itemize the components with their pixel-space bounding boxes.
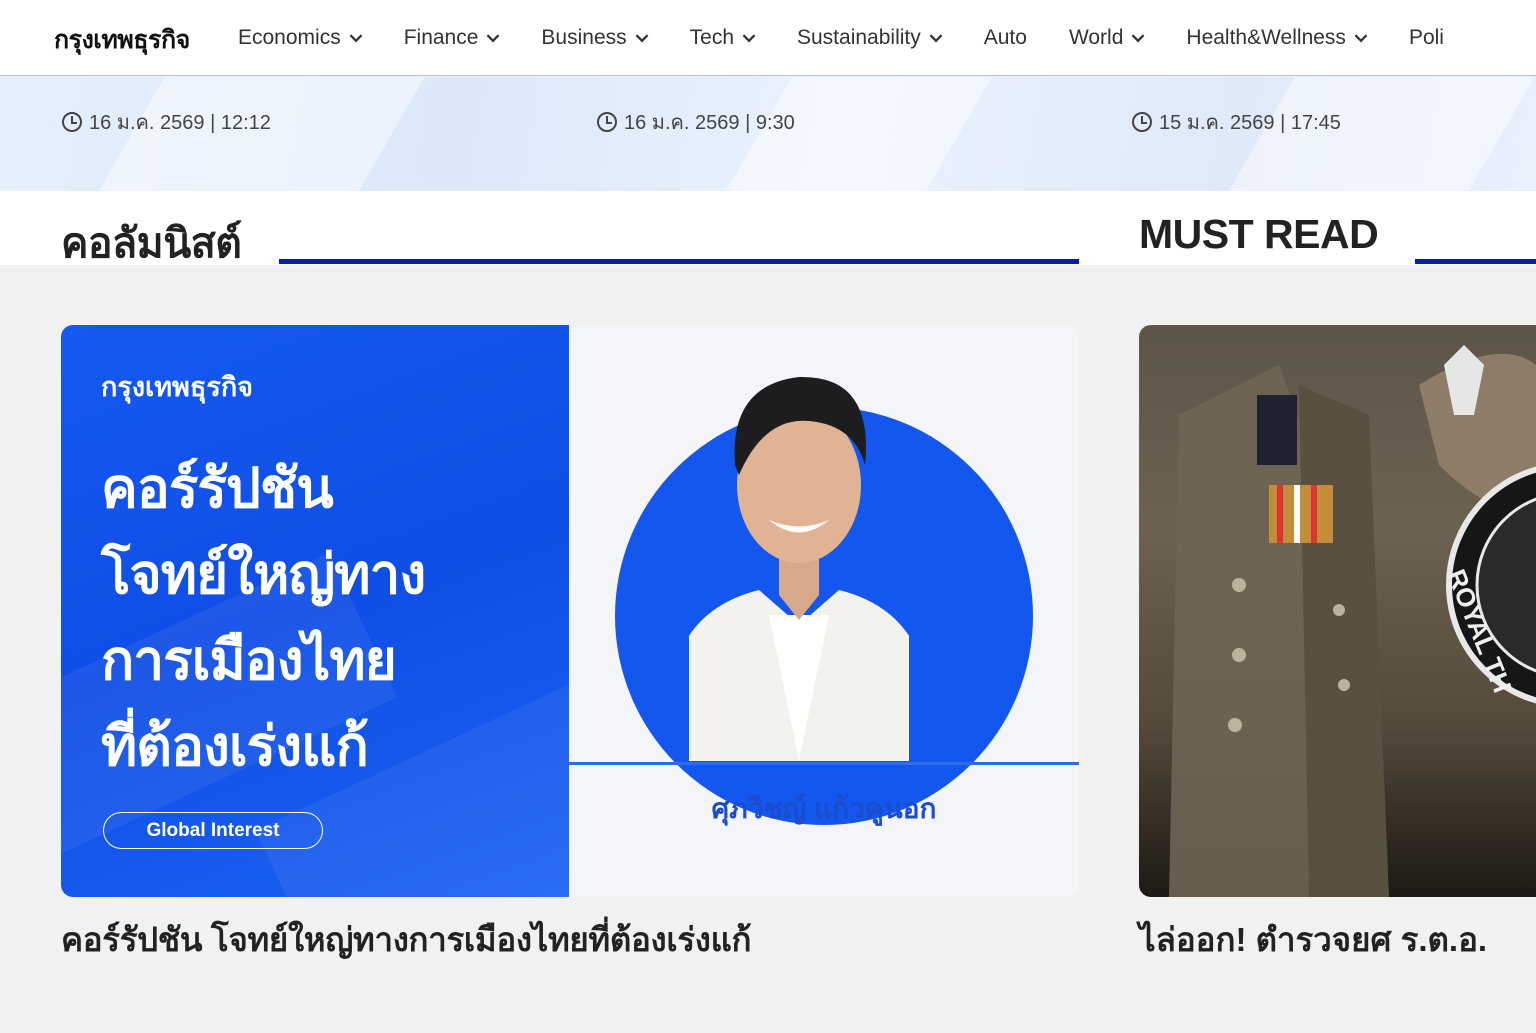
nav-item-health-wellness[interactable]: Health&Wellness [1186, 26, 1368, 50]
card-cover-panel: กรุงเทพธุรกิจ คอร์รัปชัน โจทย์ใหญ่ทาง กา… [61, 325, 569, 897]
nav-item-tech[interactable]: Tech [689, 26, 756, 50]
section-divider [1415, 259, 1536, 264]
nav-item-economics[interactable]: Economics [238, 26, 363, 50]
nav-item-label: Poli [1408, 26, 1444, 49]
clock-icon [62, 112, 82, 132]
article-date: 15 ม.ค. 2569 | 17:45 [1132, 106, 1341, 138]
nav-menu: Economics Finance Business Tech Sustaina… [238, 0, 1444, 76]
date-text: 16 ม.ค. 2569 | 9:30 [624, 112, 795, 134]
photo-divider [569, 762, 1079, 765]
nav-item-label: World [1068, 26, 1124, 49]
nav-item-auto[interactable]: Auto [984, 26, 1027, 50]
nav-item-finance[interactable]: Finance [404, 26, 500, 50]
card-headline-line: การเมืองไทย [101, 629, 397, 691]
nav-item-label: Finance [403, 26, 479, 49]
nav-item-label: Business [541, 26, 627, 49]
section-divider [279, 259, 1079, 264]
previous-articles-strip: 16 ม.ค. 2569 | 12:12 16 ม.ค. 2569 | 9:30… [0, 77, 1536, 191]
nav-item-label: Tech [689, 26, 734, 49]
nav-item-world[interactable]: World [1068, 26, 1145, 50]
must-read-article-headline[interactable]: ไล่ออก! ตำรวจยศ ร.ต.อ. [1139, 913, 1487, 966]
chevron-down-icon [1132, 29, 1145, 43]
top-navigation-bar: กรุงเทพธุรกิจ Economics Finance Business… [0, 0, 1536, 76]
chevron-down-icon [929, 29, 943, 43]
card-headline-line: ที่ต้องเร่งแก้ [101, 715, 369, 777]
date-text: 16 ม.ค. 2569 | 12:12 [89, 112, 271, 134]
article-date: 16 ม.ค. 2569 | 12:12 [62, 106, 271, 138]
columnist-article-image[interactable]: กรุงเทพธุรกิจ คอร์รัปชัน โจทย์ใหญ่ทาง กา… [61, 325, 1079, 897]
chevron-down-icon [742, 29, 756, 43]
card-brand-logo: กรุงเทพธุรกิจ [101, 372, 254, 403]
nav-item-politics[interactable]: Poli [1409, 26, 1444, 50]
author-name: ศุภวิชญ์ แก้วคูนอก [711, 793, 937, 824]
card-headline-line: โจทย์ใหญ่ทาง [101, 543, 426, 605]
card-headline-line: คอร์รัปชัน [101, 457, 334, 519]
nav-item-label: Sustainability [797, 26, 921, 49]
date-text: 15 ม.ค. 2569 | 17:45 [1159, 112, 1341, 134]
chevron-down-icon [487, 29, 500, 43]
nav-item-sustainability[interactable]: Sustainability [797, 26, 943, 50]
nav-item-label: Economics [238, 26, 341, 49]
nav-item-label: Health&Wellness [1186, 26, 1346, 49]
author-portrait [689, 376, 909, 761]
article-date: 16 ม.ค. 2569 | 9:30 [597, 106, 795, 138]
nav-item-business[interactable]: Business [541, 26, 649, 50]
clock-icon [1132, 112, 1152, 132]
author-photo-panel: ศุภวิชญ์ แก้วคูนอก [569, 325, 1079, 897]
card-headline: คอร์รัปชัน โจทย์ใหญ่ทาง การเมืองไทย ที่ต… [101, 445, 541, 789]
site-logo[interactable]: กรุงเทพธุรกิจ [54, 20, 190, 60]
chevron-down-icon [635, 29, 649, 43]
chevron-down-icon [1354, 29, 1368, 43]
chevron-down-icon [349, 29, 363, 43]
clock-icon [597, 112, 617, 132]
category-tag: Global Interest [103, 812, 323, 849]
must-read-article-image[interactable]: ROYAL TH [1139, 325, 1536, 897]
columnist-article-headline[interactable]: คอร์รัปชัน โจทย์ใหญ่ทางการเมืองไทยที่ต้อ… [61, 913, 752, 966]
nav-item-label: Auto [983, 26, 1027, 49]
section-title-must-read: MUST READ [1139, 211, 1379, 257]
section-title-columnists: คอลัมนิสต์ [61, 220, 242, 266]
